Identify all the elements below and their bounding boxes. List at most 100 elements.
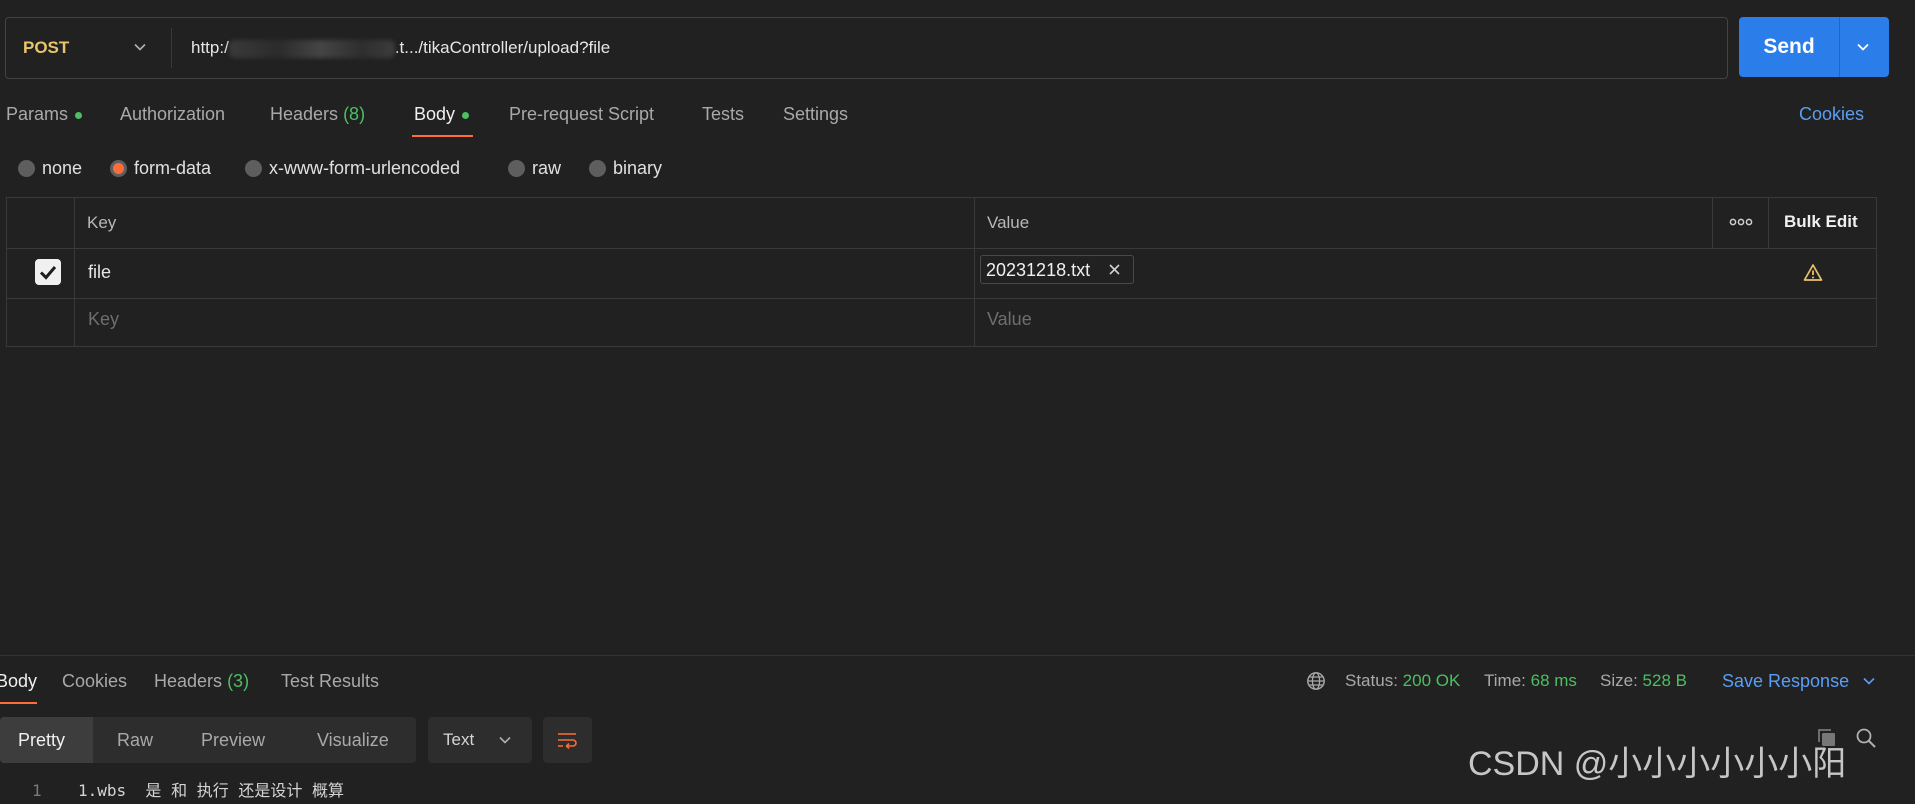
table-divider xyxy=(6,248,1877,249)
radio-selected-icon xyxy=(110,160,127,177)
radio-label: binary xyxy=(613,158,663,178)
radio-icon xyxy=(245,160,262,177)
radio-icon xyxy=(508,160,525,177)
chevron-down-icon[interactable] xyxy=(133,40,147,54)
size-label: Size: xyxy=(1600,671,1638,690)
tab-label: Authorization xyxy=(120,104,226,124)
tab-count: (8) xyxy=(343,104,366,124)
table-divider xyxy=(6,298,1877,299)
redacted-host xyxy=(228,39,395,58)
cookies-link[interactable]: Cookies xyxy=(1799,102,1864,126)
radio-form-data[interactable]: form-data xyxy=(110,156,211,180)
key-placeholder[interactable]: Key xyxy=(88,308,119,330)
send-label: Send xyxy=(1763,35,1815,58)
radio-label: form-data xyxy=(134,158,212,178)
format-raw[interactable]: Raw xyxy=(117,717,153,763)
radio-label: raw xyxy=(532,158,562,178)
checkmark-icon xyxy=(39,266,57,280)
file-chip[interactable]: 20231218.txt xyxy=(980,255,1134,284)
status-dot xyxy=(462,111,470,119)
chevron-down-icon xyxy=(1863,677,1875,685)
radio-label: none xyxy=(42,158,83,178)
form-data-table xyxy=(6,197,1877,347)
save-response-label: Save Response xyxy=(1722,671,1850,691)
response-divider xyxy=(0,655,1915,656)
wrap-lines-icon xyxy=(558,733,577,750)
search-icon[interactable] xyxy=(1855,727,1877,749)
active-tab-indicator xyxy=(412,135,473,137)
response-tab-headers[interactable]: Headers (3) xyxy=(154,670,249,692)
radio-binary[interactable]: binary xyxy=(589,156,662,180)
tab-body[interactable]: Body xyxy=(414,102,470,126)
response-tab-body[interactable]: Body xyxy=(0,670,37,692)
table-divider xyxy=(1712,197,1713,249)
row-key[interactable]: file xyxy=(88,261,111,283)
response-tab-cookies[interactable]: Cookies xyxy=(62,670,127,692)
watermark: CSDN @小小小小小小阳 xyxy=(1468,745,1847,783)
wrap-lines-button[interactable] xyxy=(543,717,592,763)
status-value: 200 OK xyxy=(1402,671,1461,690)
code-line: 1.wbs 是 和 执行 还是设计 概算 xyxy=(78,781,344,800)
format-type-label: Text xyxy=(443,730,475,749)
globe-icon[interactable] xyxy=(1306,671,1326,691)
status-readout: Status: 200 OK xyxy=(1345,670,1460,692)
time-value: 68 ms xyxy=(1530,671,1577,690)
table-divider xyxy=(74,197,75,347)
tab-settings[interactable]: Settings xyxy=(783,102,848,126)
response-tab-test-results[interactable]: Test Results xyxy=(281,670,379,692)
bulk-edit-button[interactable]: Bulk Edit xyxy=(1784,212,1858,232)
active-tab-indicator xyxy=(0,702,37,704)
tab-label: Headers xyxy=(270,104,339,124)
tab-tests[interactable]: Tests xyxy=(702,102,744,126)
row-checkbox[interactable] xyxy=(35,259,61,285)
radio-x-www-form-urlencoded[interactable]: x-www-form-urlencoded xyxy=(245,156,460,180)
tab-params[interactable]: Params xyxy=(6,102,83,126)
format-pretty[interactable]: Pretty xyxy=(18,717,65,763)
format-preview[interactable]: Preview xyxy=(201,717,265,763)
value-placeholder[interactable]: Value xyxy=(987,308,1032,330)
radio-raw[interactable]: raw xyxy=(508,156,561,180)
response-format-group: Pretty Raw Preview Visualize xyxy=(0,717,416,763)
save-response-button[interactable]: Save Response xyxy=(1722,670,1876,692)
close-icon[interactable] xyxy=(1107,262,1122,277)
format-visualize[interactable]: Visualize xyxy=(317,717,389,763)
line-number: 1 xyxy=(32,781,42,800)
format-type-select[interactable]: Text xyxy=(428,717,532,763)
tab-label: Settings xyxy=(783,104,849,124)
url-prefix: http:/ xyxy=(191,38,229,57)
divider xyxy=(1839,17,1840,77)
tab-pre-request-script[interactable]: Pre-request Script xyxy=(509,102,654,126)
url-suffix: .t.../tikaController/upload?file xyxy=(394,38,611,57)
time-readout: Time: 68 ms xyxy=(1484,670,1577,692)
radio-none[interactable]: none xyxy=(18,156,82,180)
tab-authorization[interactable]: Authorization xyxy=(120,102,225,126)
column-header-value: Value xyxy=(987,213,1030,232)
tab-label: Tests xyxy=(702,104,745,124)
tab-headers[interactable]: Headers (8) xyxy=(270,102,365,126)
time-label: Time: xyxy=(1484,671,1526,690)
radio-icon xyxy=(18,160,35,177)
method-select[interactable]: POST xyxy=(23,18,69,78)
size-readout: Size: 528 B xyxy=(1600,670,1687,692)
chevron-down-icon[interactable] xyxy=(1855,39,1871,55)
status-label: Status: xyxy=(1345,671,1398,690)
send-button[interactable]: Send xyxy=(1739,17,1889,77)
table-divider xyxy=(1768,197,1769,249)
column-header-key: Key xyxy=(87,213,117,232)
tab-label: Pre-request Script xyxy=(509,104,655,124)
size-value: 528 B xyxy=(1642,671,1687,690)
table-divider xyxy=(974,197,975,347)
tab-label: Body xyxy=(414,104,456,124)
chevron-down-icon xyxy=(499,736,511,744)
radio-icon xyxy=(589,160,606,177)
warning-icon[interactable] xyxy=(1803,263,1823,283)
tab-label: Params xyxy=(6,104,69,124)
tab-label: Headers xyxy=(154,671,223,691)
url-input[interactable]: http:/ .t.../tikaController/upload?file xyxy=(191,18,610,78)
tab-count: (3) xyxy=(227,671,250,691)
more-options-icon[interactable] xyxy=(1729,214,1753,230)
request-url-bar: POST http:/ .t.../tikaController/upload?f… xyxy=(5,17,1728,79)
radio-label: x-www-form-urlencoded xyxy=(269,158,461,178)
divider xyxy=(171,28,172,68)
file-name: 20231218.txt xyxy=(986,260,1091,280)
